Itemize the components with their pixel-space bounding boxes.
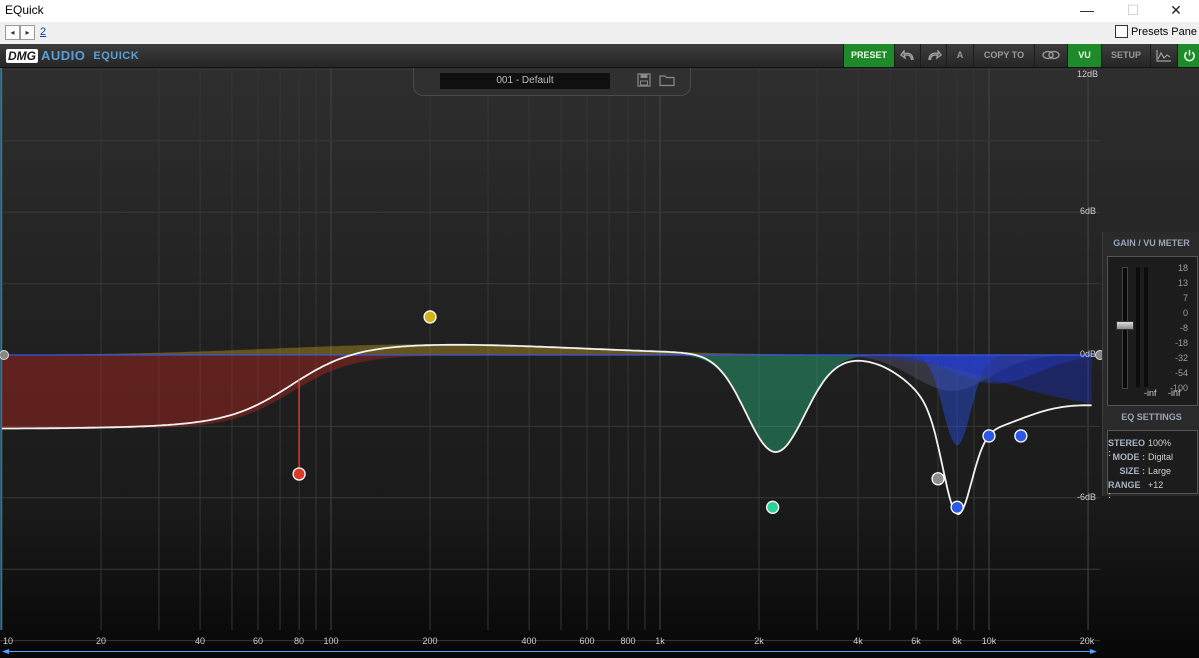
endpoint-handle[interactable] <box>0 350 9 360</box>
vu-scale-label: 13 <box>1177 278 1188 288</box>
host-bar: ◂ ▸ 2 Presets Pane <box>0 22 1199 45</box>
freq-label: 60 <box>252 636 264 646</box>
logo-audio: AUDIO <box>41 48 86 63</box>
input-level-readout: -inf <box>1144 388 1157 398</box>
undo-icon <box>899 48 914 61</box>
product-name: EQUICK <box>93 49 140 62</box>
db-label-0: 0dB <box>1080 349 1097 359</box>
eq-graph[interactable] <box>0 68 1199 658</box>
presets-pane-toggle[interactable]: Presets Pane <box>1114 25 1197 38</box>
side-panel: GAIN / VU METER 18 13 7 0 -8 -18 -32 -54… <box>1102 232 1199 500</box>
close-button[interactable]: ✕ <box>1153 0 1199 22</box>
eq-setting-value: Large <box>1148 466 1172 476</box>
band-handle[interactable] <box>423 310 437 324</box>
window-titlebar: EQuick — ☐ ✕ <box>0 0 1199 22</box>
power-icon <box>1183 49 1195 62</box>
freq-label: 600 <box>579 636 595 646</box>
freq-label: 20k <box>1079 636 1095 646</box>
save-icon[interactable] <box>636 73 652 88</box>
band-handle[interactable] <box>292 467 306 481</box>
eq-setting-value: Digital <box>1148 452 1174 462</box>
forward-icon[interactable]: ▸ <box>20 25 35 40</box>
gain-vu-meter: 18 13 7 0 -8 -18 -32 -54 -100 -inf -inf <box>1107 256 1198 406</box>
db-label-6: 6dB <box>1080 206 1097 216</box>
vu-scale-label: 0 <box>1182 308 1188 318</box>
freq-label: 800 <box>620 636 636 646</box>
freq-label: 200 <box>422 636 438 646</box>
vu-scale-label: -32 <box>1174 353 1188 363</box>
scroll-left-icon[interactable] <box>2 649 9 654</box>
freq-label: 10 <box>2 636 14 646</box>
gain-fader-handle[interactable] <box>1116 321 1134 330</box>
ab-button[interactable]: A <box>946 44 973 67</box>
copy-to-button[interactable]: COPY TO <box>973 44 1034 67</box>
freq-label: 4k <box>853 636 863 646</box>
db-label-12: 12dB <box>1077 69 1099 79</box>
presets-pane-checkbox[interactable] <box>1114 25 1128 38</box>
eq-setting-value: 100% <box>1148 438 1172 448</box>
freq-label: 100 <box>323 636 339 646</box>
eq-settings-title: EQ SETTINGS <box>1121 412 1182 422</box>
preset-button[interactable]: PRESET <box>843 44 894 67</box>
eq-setting-key: SIZE : <box>1119 466 1145 476</box>
setup-button[interactable]: SETUP <box>1101 44 1150 67</box>
window-title: EQuick <box>5 3 44 17</box>
eq-settings-box: STEREO :100% MODE : Digital SIZE : Large R… <box>1107 430 1198 500</box>
logo-dmg: DMG <box>6 48 38 63</box>
band-handle[interactable] <box>766 500 780 514</box>
band-handle[interactable] <box>950 500 964 514</box>
freq-label: 2k <box>754 636 764 646</box>
freq-label: 20 <box>95 636 107 646</box>
freq-label: 8k <box>952 636 962 646</box>
host-link[interactable]: 2 <box>40 26 46 38</box>
db-label-minus6: -6dB <box>1077 492 1097 502</box>
undo-button[interactable] <box>894 44 920 67</box>
eq-setting-key: RANGE : <box>1108 480 1141 500</box>
analyzer-button[interactable] <box>1150 44 1177 67</box>
vu-button[interactable]: VU <box>1067 44 1101 67</box>
band-handle[interactable] <box>982 429 996 443</box>
presets-pane-label: Presets Pane <box>1130 25 1197 38</box>
redo-icon <box>927 48 942 61</box>
vu-scale-label: -18 <box>1174 338 1188 348</box>
redo-button[interactable] <box>920 44 946 67</box>
freq-label: 40 <box>194 636 206 646</box>
vu-meter-out <box>1144 267 1148 387</box>
eq-setting-key: MODE : <box>1112 452 1146 462</box>
preset-panel: 001 - Default <box>413 68 691 96</box>
frequency-scrollbar[interactable] <box>2 649 1097 654</box>
analyzer-icon <box>1156 50 1171 62</box>
band-handle[interactable] <box>931 472 945 486</box>
dmg-audio-logo: DMG AUDIO EQUICK <box>6 48 139 63</box>
output-level-readout: -inf <box>1168 388 1181 398</box>
vu-scale-label: 7 <box>1182 293 1188 303</box>
freq-label: 80 <box>293 636 305 646</box>
freq-label: 1k <box>655 636 665 646</box>
vu-meter-in <box>1136 267 1140 387</box>
preset-name-display[interactable]: 001 - Default <box>440 73 610 89</box>
band-handle[interactable] <box>1014 429 1028 443</box>
folder-icon[interactable] <box>659 73 675 88</box>
gain-vu-title: GAIN / VU METER <box>1113 238 1190 248</box>
freq-label: 10k <box>981 636 997 646</box>
eq-editor: 001 - Default 12dB 6dB 0dB -6dB 10 20 40… <box>0 68 1199 658</box>
maximize-button[interactable]: ☐ <box>1110 0 1156 22</box>
band-area <box>2 344 1092 355</box>
link-icon <box>1042 50 1060 60</box>
plugin-toolbar: DMG AUDIO EQUICK PRESET A COPY TO VU SET… <box>0 44 1199 68</box>
freq-label: 400 <box>521 636 537 646</box>
freq-label: 6k <box>911 636 921 646</box>
power-button[interactable] <box>1177 44 1199 67</box>
link-button[interactable] <box>1034 44 1067 67</box>
back-icon[interactable]: ◂ <box>5 25 20 40</box>
minimize-button[interactable]: — <box>1064 0 1110 22</box>
eq-setting-value: +12 <box>1148 480 1164 490</box>
vu-scale-label: -54 <box>1174 368 1188 378</box>
vu-scale-label: 18 <box>1177 263 1188 273</box>
vu-scale-label: -8 <box>1179 323 1188 333</box>
scroll-right-icon[interactable] <box>1090 649 1097 654</box>
